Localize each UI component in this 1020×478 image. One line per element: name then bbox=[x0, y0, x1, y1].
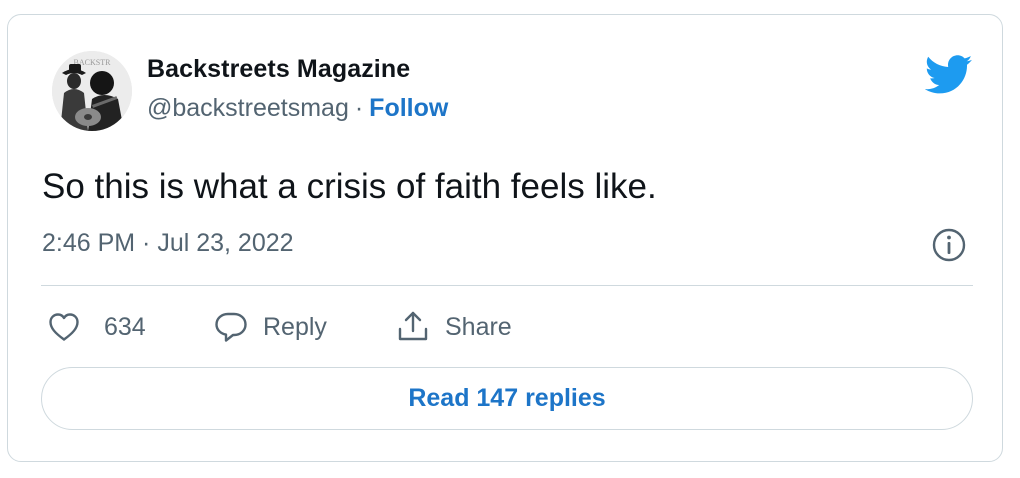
avatar[interactable]: BACKSTR bbox=[52, 51, 132, 131]
tweet-timestamp[interactable]: 2:46 PM · Jul 23, 2022 bbox=[42, 229, 294, 258]
reply-label: Reply bbox=[263, 312, 327, 341]
share-button[interactable]: Share bbox=[396, 307, 512, 347]
follow-link[interactable]: Follow bbox=[369, 94, 448, 122]
like-count: 634 bbox=[104, 312, 146, 341]
reply-button[interactable]: Reply bbox=[214, 307, 327, 347]
share-upload-icon bbox=[398, 311, 428, 341]
speech-bubble-icon bbox=[215, 312, 247, 342]
read-replies-label: Read 147 replies bbox=[408, 384, 606, 412]
twitter-bird-icon[interactable] bbox=[925, 55, 973, 95]
tweet-card: BACKSTR Backstreets Magazine @backstreet… bbox=[7, 14, 1003, 462]
author-name[interactable]: Backstreets Magazine bbox=[147, 55, 410, 84]
info-icon[interactable] bbox=[931, 227, 967, 263]
share-label: Share bbox=[445, 312, 512, 341]
author-handle[interactable]: @backstreetsmag bbox=[147, 94, 349, 122]
author-handle-row: @backstreetsmag · Follow bbox=[147, 94, 448, 123]
tweet-text: So this is what a crisis of faith feels … bbox=[42, 167, 657, 206]
divider bbox=[41, 285, 973, 286]
handle-separator: · bbox=[354, 94, 364, 122]
heart-icon bbox=[49, 313, 79, 341]
like-button[interactable]: 634 bbox=[48, 307, 146, 347]
avatar-image: BACKSTR bbox=[52, 51, 132, 131]
read-replies-button[interactable]: Read 147 replies bbox=[41, 367, 973, 430]
